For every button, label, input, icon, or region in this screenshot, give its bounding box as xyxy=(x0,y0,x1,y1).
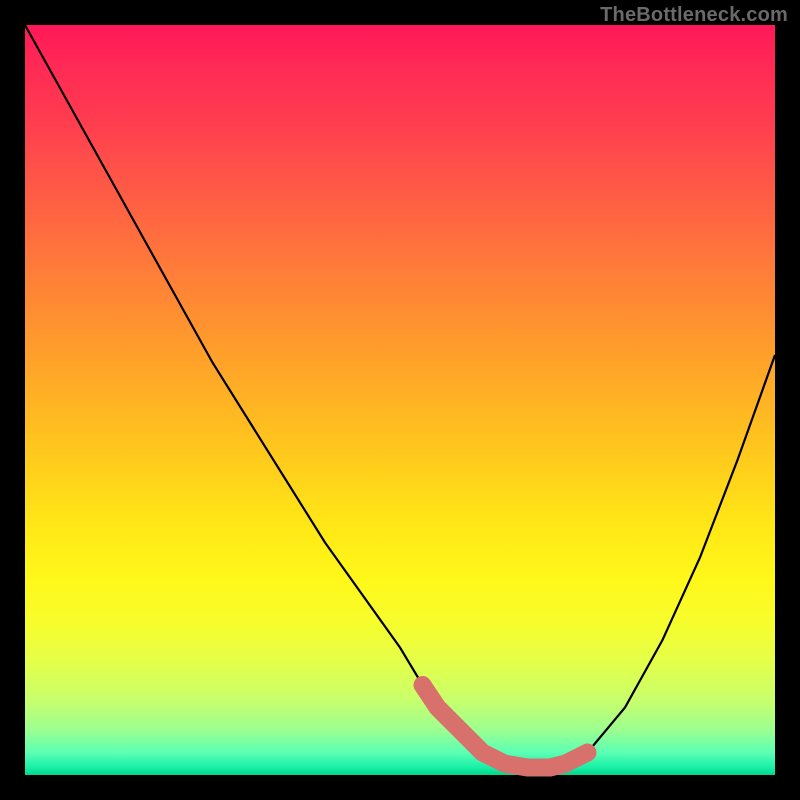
watermark-text: TheBottleneck.com xyxy=(600,4,788,27)
chart-svg xyxy=(25,25,775,775)
optimal-range-end-dot xyxy=(580,745,596,761)
optimal-range-marker xyxy=(423,685,588,768)
bottleneck-curve xyxy=(25,25,775,768)
chart-frame: TheBottleneck.com xyxy=(0,0,800,800)
